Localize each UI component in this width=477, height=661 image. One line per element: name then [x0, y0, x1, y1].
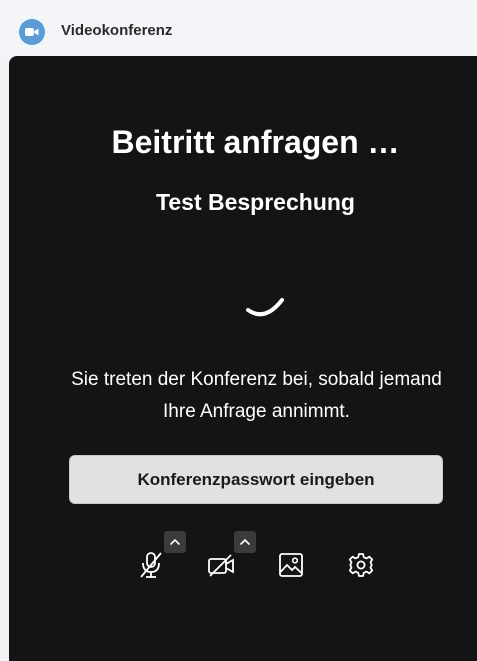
enter-password-button[interactable]: Konferenzpasswort eingeben	[69, 455, 443, 504]
background-image-icon	[279, 553, 303, 577]
app-title: Videokonferenz	[61, 22, 173, 39]
settings-gear-icon	[348, 553, 374, 577]
window-header: Videokonferenz	[0, 0, 477, 56]
chevron-up-icon	[169, 538, 181, 546]
video-camera-icon	[19, 19, 45, 45]
loading-spinner-icon	[246, 298, 284, 317]
meeting-name: Test Besprechung	[156, 189, 355, 215]
chevron-up-icon	[239, 538, 251, 546]
waiting-message: Sie treten der Konferenz bei, sobald jem…	[71, 369, 442, 422]
camera-off-icon	[208, 554, 234, 577]
background-settings-button[interactable]	[275, 549, 307, 581]
microphone-toggle-button[interactable]	[135, 549, 167, 581]
camera-options-button[interactable]	[234, 531, 256, 553]
microphone-muted-icon	[140, 552, 162, 578]
microphone-options-button[interactable]	[164, 531, 186, 553]
camera-toggle-button[interactable]	[205, 549, 237, 581]
settings-button[interactable]	[345, 549, 377, 581]
page-title: Beitritt anfragen …	[111, 124, 400, 160]
